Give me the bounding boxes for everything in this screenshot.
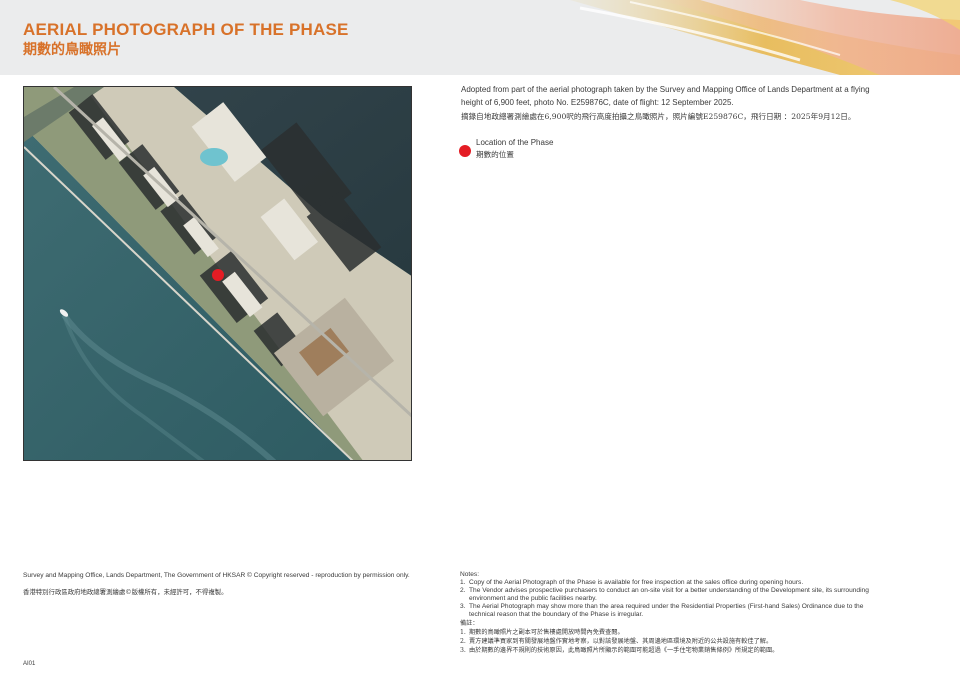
notes-heading-zh: 備註： (460, 620, 479, 627)
aerial-photo (23, 86, 412, 461)
note-number: 1. (460, 579, 466, 586)
page-title-en: AERIAL PHOTOGRAPH OF THE PHASE (23, 20, 349, 39)
note-text: 期數的鳥瞰照片之副本可於售樓處開放時間內免費查閱。 (469, 629, 624, 636)
legend-label-zh: 期數的位置 (476, 150, 514, 159)
note-number: 2. (460, 638, 466, 645)
note-text: 賣方建議準買家到有關發展地盤作實地考察，以對該發展地盤、其周邊地區環境及附近的公… (469, 638, 773, 645)
note-text: 由於期數的邊界不規則的技術原因，此鳥瞰照片所顯示的範圍可能超過《一手住宅物業銷售… (469, 647, 779, 654)
note-item-zh: 1. 期數的鳥瞰照片之副本可於售樓處開放時間內免費查閱。 (460, 628, 885, 637)
caption-zh: 摘錄自地政總署測繪處在6,900呎的飛行高度拍攝之鳥瞰照片，照片編號E25987… (461, 112, 856, 121)
caption-en: Adopted from part of the aerial photogra… (461, 85, 870, 107)
note-number: 1. (460, 629, 466, 636)
legend-label-en: Location of the Phase (476, 138, 554, 147)
note-number: 2. (460, 587, 466, 594)
page-code: AI01 (23, 661, 36, 667)
phase-location-marker (212, 269, 224, 281)
decorative-brush-stroke (570, 0, 960, 75)
note-item: 1. Copy of the Aerial Photograph of the … (460, 579, 885, 587)
note-number: 3. (460, 647, 466, 654)
note-item-zh: 3. 由於期數的邊界不規則的技術原因，此鳥瞰照片所顯示的範圍可能超過《一手住宅物… (460, 646, 885, 655)
copyright-notice-en: Survey and Mapping Office, Lands Departm… (23, 572, 410, 579)
note-text: Copy of the Aerial Photograph of the Pha… (469, 579, 804, 586)
notes-section: Notes: 1. Copy of the Aerial Photograph … (460, 571, 885, 655)
location-marker-icon (459, 145, 471, 157)
note-item: 3. The Aerial Photograph may show more t… (460, 603, 885, 619)
note-item-zh: 2. 賣方建議準買家到有關發展地盤作實地考察，以對該發展地盤、其周邊地區環境及附… (460, 637, 885, 646)
page-header: AERIAL PHOTOGRAPH OF THE PHASE 期數的鳥瞰照片 (0, 0, 960, 75)
photo-caption: Adopted from part of the aerial photogra… (461, 84, 886, 123)
notes-heading-en: Notes: (460, 571, 480, 578)
note-item: 2. The Vendor advises prospective purcha… (460, 587, 885, 603)
aerial-photo-image (24, 87, 411, 460)
copyright-notice-zh: 香港特別行政區政府地政總署測繪處©版權所有，未經許可，不得複製。 (23, 588, 228, 596)
note-text: The Aerial Photograph may show more than… (469, 603, 864, 618)
note-text: The Vendor advises prospective purchaser… (469, 587, 869, 602)
note-number: 3. (460, 603, 466, 610)
page-title-zh: 期數的鳥瞰照片 (23, 42, 121, 58)
